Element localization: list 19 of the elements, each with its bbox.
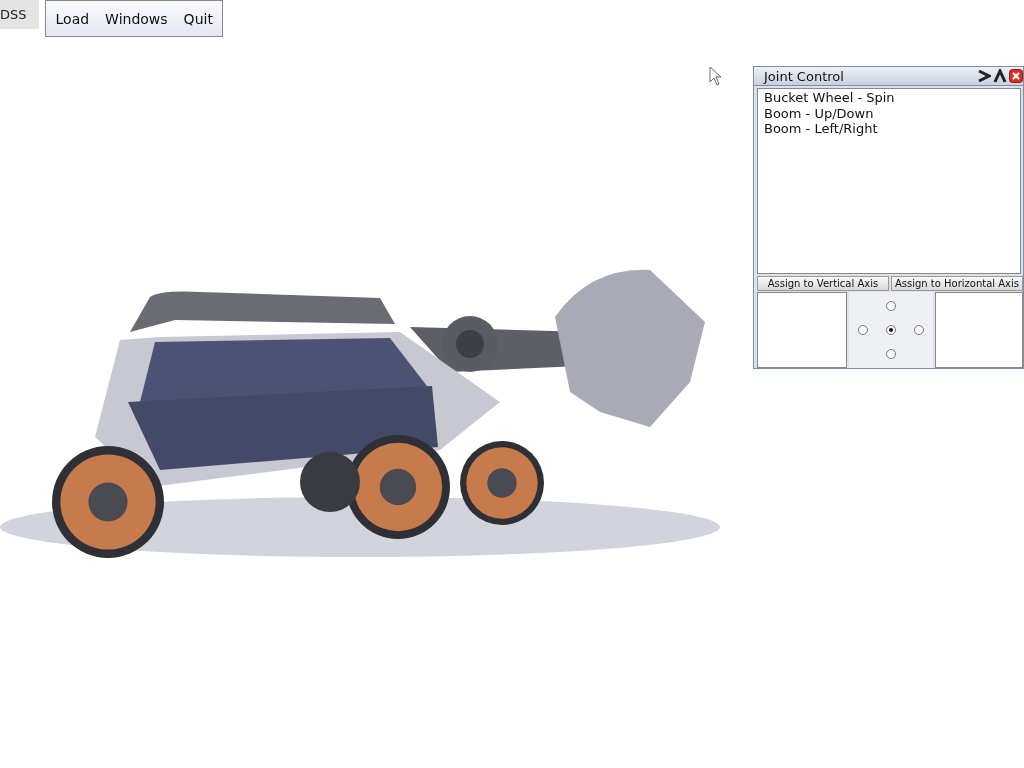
radio-button[interactable] (886, 349, 896, 359)
menu-item[interactable]: Load (55, 11, 90, 27)
chevron-up-icon[interactable] (993, 69, 1007, 83)
assign-axis-button[interactable]: Assign to Vertical Axis (757, 276, 889, 291)
mouse-cursor-icon (709, 66, 721, 86)
radio-button[interactable] (886, 325, 896, 335)
joint-list-item[interactable]: Boom - Left/Right (764, 121, 1014, 137)
close-icon[interactable] (1009, 69, 1023, 83)
radio-button[interactable] (914, 325, 924, 335)
menu-item[interactable]: Windows (105, 11, 168, 27)
window-title: Joint Control (764, 68, 844, 84)
menu-item[interactable]: Quit (183, 11, 213, 27)
chevron-right-icon[interactable] (977, 69, 991, 83)
joint-list-item[interactable]: Boom - Up/Down (764, 105, 1014, 121)
assign-axis-button[interactable]: Assign to Horizontal Axis (890, 276, 1023, 291)
joint-list-item[interactable]: Bucket Wheel - Spin (764, 90, 1014, 106)
radio-button[interactable] (886, 301, 896, 311)
app-label: DSS (0, 0, 39, 29)
radio-button[interactable] (858, 325, 868, 335)
